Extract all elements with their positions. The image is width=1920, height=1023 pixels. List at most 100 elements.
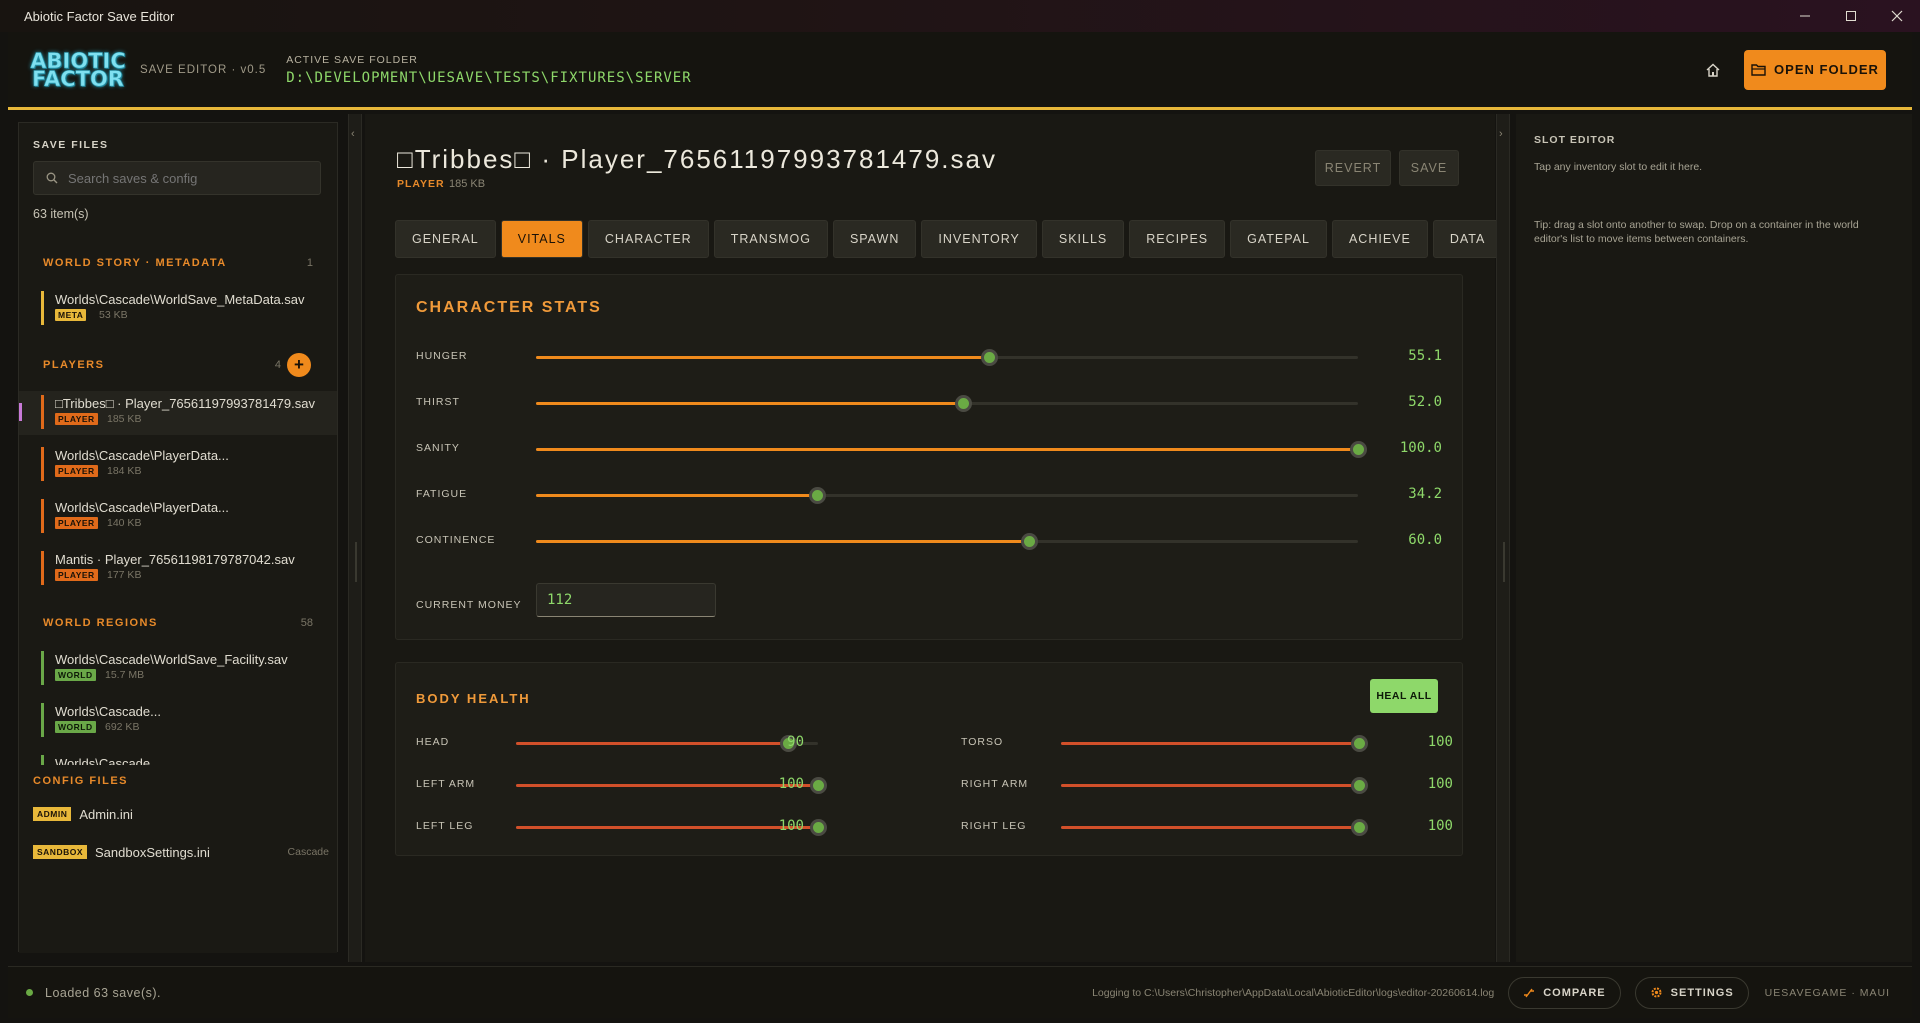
current-money-input[interactable]	[536, 583, 716, 617]
current-money-label: CURRENT MONEY	[416, 599, 522, 611]
search-input[interactable]	[68, 170, 308, 186]
item-accent-bar	[41, 499, 44, 533]
item-size: 184 KB	[107, 465, 142, 477]
tab-vitals[interactable]: VITALS	[500, 220, 583, 258]
compare-label: COMPARE	[1543, 986, 1606, 999]
maximize-button[interactable]	[1828, 0, 1874, 32]
stat-slider-handle[interactable]	[809, 487, 827, 504]
tab-data[interactable]: DATA	[1432, 220, 1503, 258]
tab-inventory[interactable]: INVENTORY	[921, 220, 1037, 258]
open-folder-button[interactable]: OPEN FOLDER	[1744, 49, 1886, 90]
status-dot-icon	[26, 989, 33, 996]
plus-icon: +	[294, 355, 304, 374]
list-item-metadata[interactable]: Worlds\Cascade\WorldSave_MetaData.sav ME…	[29, 287, 334, 331]
health-slider-handle[interactable]	[810, 819, 827, 836]
search-box[interactable]	[33, 161, 321, 195]
item-tag: PLAYER	[55, 465, 98, 477]
stat-slider-handle[interactable]	[980, 349, 998, 366]
health-slider-handle[interactable]	[1351, 777, 1368, 794]
stat-slider[interactable]	[536, 395, 1358, 412]
stat-slider[interactable]	[536, 487, 1358, 504]
home-icon	[1706, 63, 1720, 77]
stat-slider[interactable]	[536, 533, 1358, 550]
health-slider-handle[interactable]	[1351, 735, 1368, 752]
item-size: 177 KB	[107, 569, 142, 581]
stat-slider-handle[interactable]	[955, 395, 973, 412]
health-slider-handle[interactable]	[810, 777, 827, 794]
tab-transmog[interactable]: TRANSMOG	[713, 220, 828, 258]
gear-icon	[1651, 987, 1662, 998]
item-tag: PLAYER	[55, 413, 98, 425]
stat-slider[interactable]	[536, 441, 1367, 458]
tab-recipes[interactable]: RECIPES	[1129, 220, 1226, 258]
item-name: Worlds\Cascade...	[55, 704, 161, 719]
revert-button[interactable]: REVERT	[1315, 150, 1391, 186]
selection-indicator	[19, 403, 22, 421]
section-regions-header: WORLD REGIONS	[43, 617, 158, 629]
tab-gatepal[interactable]: GATEPAL	[1230, 220, 1327, 258]
item-accent-bar	[41, 291, 44, 325]
stat-row-sanity: SANITY 100.0	[416, 439, 1446, 459]
item-accent-bar	[41, 447, 44, 481]
config-item-sandbox[interactable]: SANDBOX SandboxSettings.ini Cascade	[33, 841, 329, 863]
heal-all-button[interactable]: HEAL ALL	[1370, 679, 1438, 713]
health-row-left-arm: LEFT ARM 100	[416, 775, 936, 795]
stat-slider-handle[interactable]	[1350, 441, 1367, 458]
list-item-player[interactable]: Worlds\Cascade\PlayerData... PLAYER 184 …	[29, 443, 334, 487]
health-slider-handle[interactable]	[1351, 819, 1368, 836]
right-splitter[interactable]: ›	[1496, 114, 1510, 962]
log-path: Logging to C:\Users\Christopher\AppData\…	[1092, 986, 1495, 999]
chevron-left-icon[interactable]: ‹	[351, 128, 355, 140]
item-size: 15.7 MB	[105, 669, 145, 681]
section-metadata-count: 1	[306, 257, 313, 269]
home-button[interactable]	[1698, 55, 1728, 85]
save-button[interactable]: SAVE	[1399, 150, 1459, 186]
tab-character[interactable]: CHARACTER	[587, 220, 709, 258]
stat-slider-handle[interactable]	[1021, 533, 1039, 550]
stat-slider[interactable]	[536, 349, 1358, 366]
compare-icon	[1524, 988, 1535, 997]
title-bar: Abiotic Factor Save Editor	[0, 0, 1920, 32]
list-item-world[interactable]: Worlds\Cascade\WorldSave_Facility.sav WO…	[29, 647, 334, 691]
health-slider[interactable]	[1061, 819, 1368, 836]
tab-bar: GENERAL VITALS CHARACTER TRANSMOG SPAWN INVEN…	[395, 220, 1503, 258]
body-health-panel: BODY HEALTH HEAL ALL HEAD 90 LEFT ARM 100 LE…	[395, 662, 1463, 856]
config-tag: ADMIN	[33, 807, 72, 821]
list-item-player[interactable]: Mantis · Player_76561198179787042.sav PL…	[29, 547, 334, 591]
item-size: 53 KB	[99, 309, 128, 321]
stat-row-fatigue: FATIGUE 34.2	[416, 485, 1446, 505]
item-accent-bar	[41, 651, 44, 685]
stat-value: 52.0	[1408, 394, 1442, 410]
add-player-button[interactable]: +	[287, 353, 311, 377]
health-label: RIGHT LEG	[961, 820, 1027, 832]
tab-general[interactable]: GENERAL	[395, 220, 496, 258]
chevron-right-icon[interactable]: ›	[1499, 128, 1503, 140]
list-item-player[interactable]: Worlds\Cascade\PlayerData... PLAYER 140 …	[29, 495, 334, 539]
health-slider[interactable]	[1061, 735, 1368, 752]
health-slider[interactable]	[1061, 777, 1368, 794]
close-window-button[interactable]	[1874, 0, 1920, 32]
status-bar: Loaded 63 save(s). Logging to C:\Users\C…	[8, 966, 1912, 1018]
health-slider-fill	[1061, 784, 1359, 787]
tab-achieve[interactable]: ACHIEVE	[1331, 220, 1428, 258]
item-size: 140 KB	[107, 517, 142, 529]
settings-button[interactable]: SETTINGS	[1634, 976, 1749, 1009]
stat-value: 100.0	[1399, 440, 1442, 456]
left-splitter[interactable]: ‹	[348, 114, 362, 962]
compare-button[interactable]: COMPARE	[1508, 976, 1621, 1009]
open-folder-label: OPEN FOLDER	[1774, 62, 1879, 77]
active-folder: ACTIVE SAVE FOLDER D:\DEVELOPMENT\UESAVE…	[286, 54, 691, 86]
list-item-player-selected[interactable]: □Tribbes□ · Player_76561197993781479.sav…	[19, 391, 337, 435]
health-row-torso: TORSO 100	[961, 733, 1481, 753]
stat-row-thirst: THIRST 52.0	[416, 393, 1446, 413]
tab-skills[interactable]: SKILLS	[1041, 220, 1125, 258]
tab-spawn[interactable]: SPAWN	[832, 220, 917, 258]
config-item-admin[interactable]: ADMIN Admin.ini	[33, 803, 329, 825]
list-item-world[interactable]: Worlds\Cascade... WORLD 692 KB	[29, 699, 334, 743]
health-row-right-arm: RIGHT ARM 100	[961, 775, 1481, 795]
sidebar-heading: SAVE FILES	[33, 139, 109, 151]
config-tag: SANDBOX	[33, 845, 88, 859]
minimize-button[interactable]	[1782, 0, 1828, 32]
search-icon	[46, 172, 58, 184]
list-item-world[interactable]: Worlds\Cascade...	[29, 751, 334, 765]
